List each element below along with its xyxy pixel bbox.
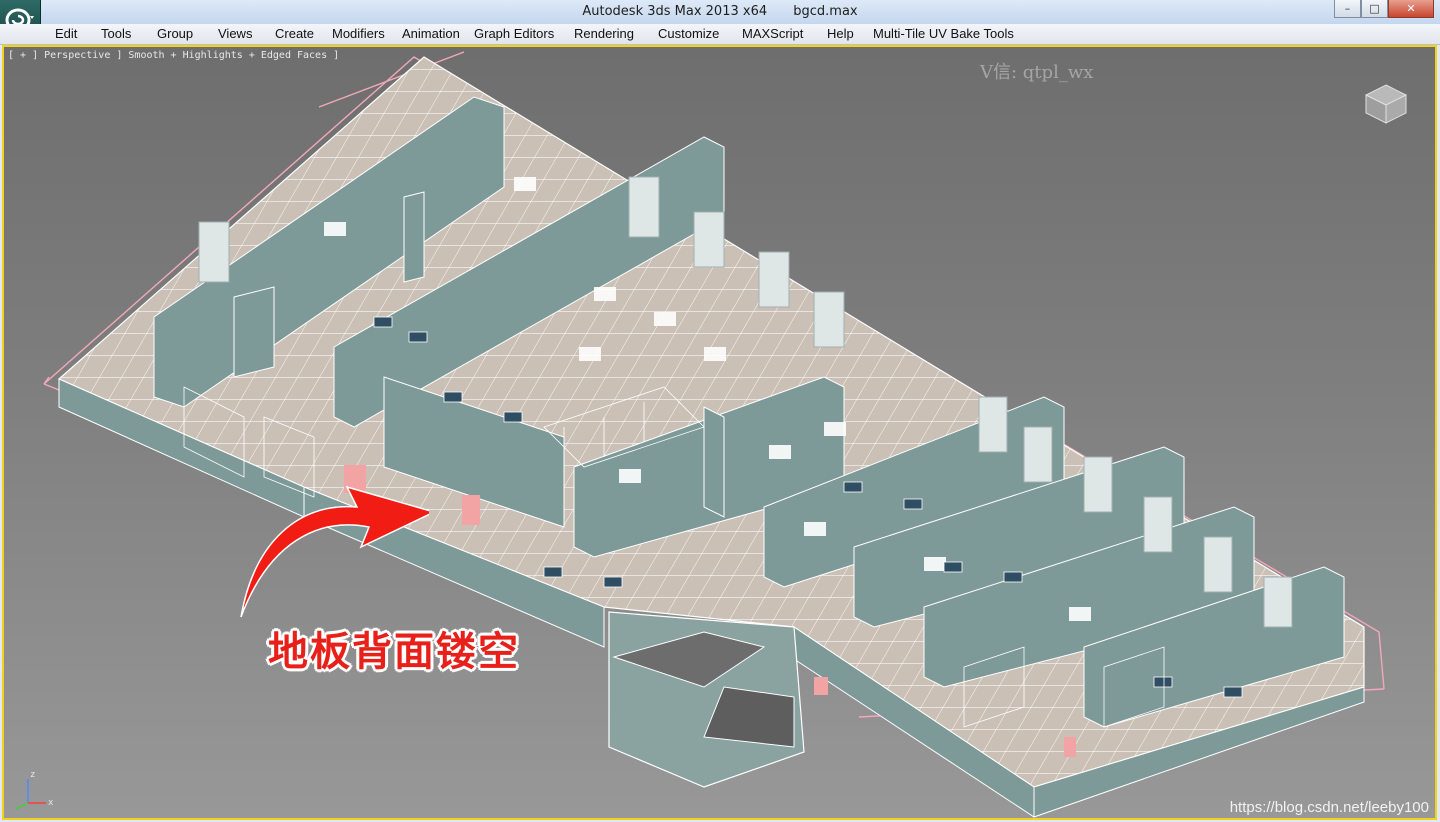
menu-multi-tile-uv-bake-tools[interactable]: Multi-Tile UV Bake Tools [873,26,1014,41]
window-controls: – □ ✕ [1334,0,1434,18]
menu-edit[interactable]: Edit [55,26,77,41]
menu-create[interactable]: Create [275,26,314,41]
app-name: Autodesk 3ds Max 2013 x64 [582,4,768,19]
title-bar: Autodesk 3ds Max 2013 x64 bgcd.max – □ ✕ [0,0,1440,24]
annotation-text: 地板背面镂空 [268,629,520,675]
menu-bar: Edit Tools Group Views Create Modifiers … [0,24,1440,45]
minimize-button[interactable]: – [1334,0,1361,18]
menu-group[interactable]: Group [157,26,193,41]
credit-url: https://blog.csdn.net/leeby100 [1229,799,1429,816]
menu-tools[interactable]: Tools [101,26,131,41]
watermark: V信: qtpl_wx [980,62,1094,83]
file-name: bgcd.max [793,4,858,19]
menu-rendering[interactable]: Rendering [574,26,634,41]
menu-animation[interactable]: Animation [402,26,460,41]
axis-x-label: x [48,798,54,808]
menu-modifiers[interactable]: Modifiers [332,26,385,41]
menu-help[interactable]: Help [827,26,854,41]
red-arrow-icon [240,432,429,618]
menu-customize[interactable]: Customize [658,26,719,41]
axis-gizmo-icon: z x [8,765,58,818]
maximize-button[interactable]: □ [1361,0,1388,18]
viewcube-icon[interactable] [1362,81,1410,129]
close-button[interactable]: ✕ [1388,0,1434,18]
menu-maxscript[interactable]: MAXScript [742,26,803,41]
menu-views[interactable]: Views [218,26,252,41]
menu-graph-editors[interactable]: Graph Editors [474,26,554,41]
window-title: Autodesk 3ds Max 2013 x64 bgcd.max [0,4,1440,19]
building-model [43,51,1385,818]
perspective-viewport[interactable]: [ + ] Perspective ] Smooth + Highlights … [2,45,1437,820]
axis-z-label: z [30,770,35,780]
